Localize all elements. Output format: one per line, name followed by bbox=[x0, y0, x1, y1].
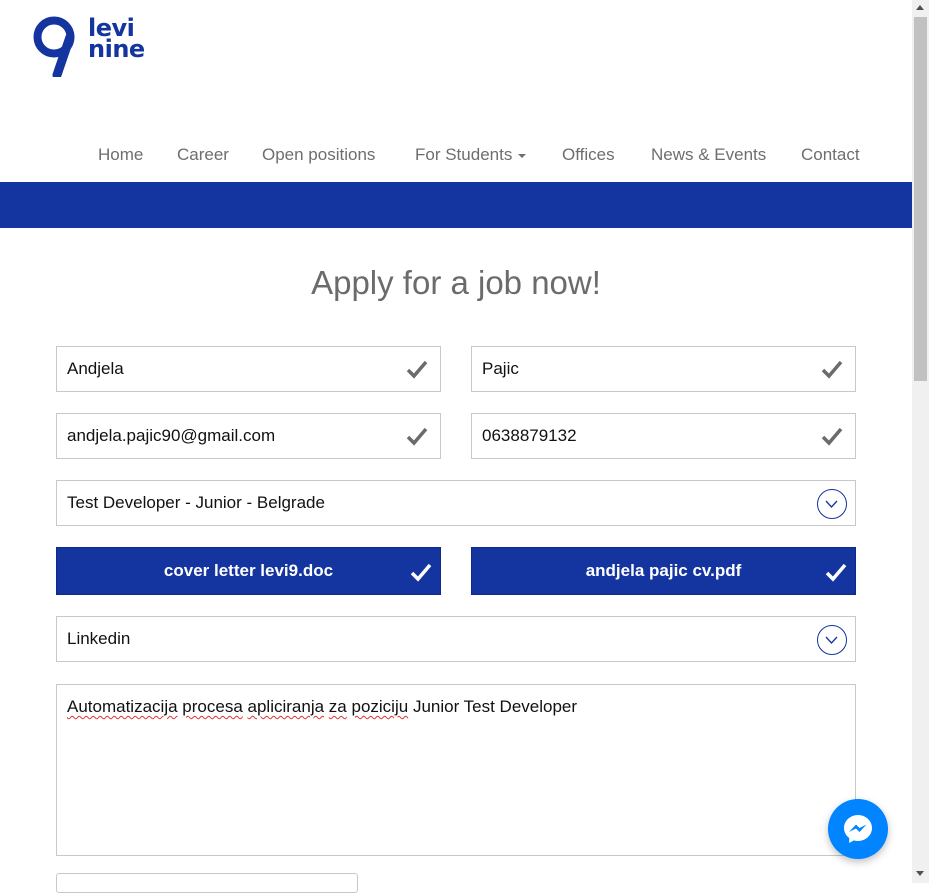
cv-filename: andjela pajic cv.pdf bbox=[585, 561, 742, 580]
levi9-logo[interactable]: levi nine bbox=[30, 15, 155, 80]
message-textarea[interactable]: Automatizacija procesa apliciranja za po… bbox=[56, 684, 856, 856]
last-name-field[interactable]: Pajic bbox=[471, 346, 856, 392]
nav-contact[interactable]: Contact bbox=[801, 145, 860, 165]
position-value: Test Developer - Junior - Belgrade bbox=[67, 493, 325, 512]
phone-value: 0638879132 bbox=[482, 426, 577, 445]
cv-upload-button[interactable]: andjela pajic cv.pdf bbox=[471, 547, 856, 595]
checkmark-icon bbox=[821, 360, 843, 379]
message-word: Automatizacija bbox=[67, 697, 178, 716]
last-name-value: Pajic bbox=[482, 359, 519, 378]
scroll-down-icon[interactable] bbox=[916, 871, 924, 876]
chevron-down-icon bbox=[817, 625, 847, 655]
message-word: apliciranja bbox=[247, 697, 325, 716]
first-name-value: Andjela bbox=[67, 359, 124, 378]
checkmark-icon bbox=[406, 427, 428, 446]
first-name-field[interactable]: Andjela bbox=[56, 346, 441, 392]
chevron-down-icon bbox=[817, 489, 847, 519]
checkmark-icon bbox=[821, 427, 843, 446]
cover-letter-upload-button[interactable]: cover letter levi9.doc bbox=[56, 547, 441, 595]
checkmark-icon bbox=[410, 563, 432, 582]
logo-nine-mark-icon bbox=[33, 16, 75, 80]
messenger-icon bbox=[844, 815, 872, 843]
cover-letter-filename: cover letter levi9.doc bbox=[163, 561, 334, 580]
page-title: Apply for a job now! bbox=[311, 264, 601, 301]
source-select[interactable]: Linkedin bbox=[56, 616, 856, 662]
next-form-control[interactable] bbox=[56, 873, 358, 893]
email-field[interactable]: andjela.pajic90@gmail.com bbox=[56, 413, 441, 459]
nav-for-students[interactable]: For Students bbox=[415, 145, 527, 165]
nav-open-positions[interactable]: Open positions bbox=[262, 145, 375, 165]
phone-field[interactable]: 0638879132 bbox=[471, 413, 856, 459]
checkmark-icon bbox=[406, 360, 428, 379]
message-text: Automatizacija procesa apliciranja za po… bbox=[67, 697, 577, 717]
scrollbar-thumb[interactable] bbox=[914, 17, 927, 381]
scroll-up-icon[interactable] bbox=[916, 5, 924, 10]
source-value: Linkedin bbox=[67, 629, 131, 648]
page-scrollbar[interactable] bbox=[912, 0, 929, 883]
nav-offices[interactable]: Offices bbox=[562, 145, 615, 165]
nav-career[interactable]: Career bbox=[177, 145, 229, 165]
position-select[interactable]: Test Developer - Junior - Belgrade bbox=[56, 480, 856, 526]
header-banner bbox=[0, 182, 912, 228]
message-word: Junior Test Developer bbox=[412, 697, 578, 716]
nav-for-students-label: For Students bbox=[415, 145, 513, 164]
checkmark-icon bbox=[825, 563, 847, 582]
nav-home[interactable]: Home bbox=[98, 145, 143, 165]
message-word: za bbox=[328, 697, 347, 716]
main-nav: Home Career Open positions For Students … bbox=[0, 145, 912, 169]
logo-wordmark: levi nine bbox=[88, 16, 145, 63]
message-word: procesa bbox=[182, 697, 243, 716]
message-word: poziciju bbox=[351, 697, 409, 716]
messenger-chat-button[interactable] bbox=[828, 799, 888, 859]
caret-down-icon bbox=[518, 153, 527, 158]
nav-news-events[interactable]: News & Events bbox=[651, 145, 766, 165]
email-value: andjela.pajic90@gmail.com bbox=[67, 426, 276, 445]
logo-line2: nine bbox=[88, 35, 145, 63]
